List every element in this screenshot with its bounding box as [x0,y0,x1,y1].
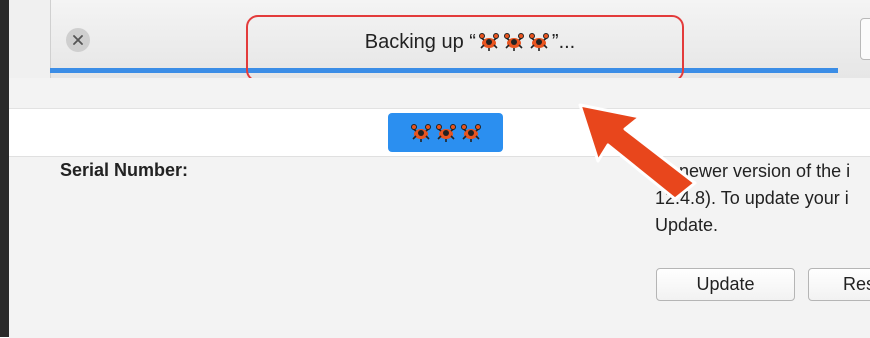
crab-icon [435,123,456,142]
close-button[interactable] [66,28,90,52]
update-message-line: Update. [655,215,719,235]
toolbar-right-button[interactable] [860,18,870,60]
arrow-annotation-icon [578,103,697,201]
toolbar-left-pane [9,0,51,78]
device-button[interactable] [388,113,503,152]
toolbar-separator-band [9,78,870,109]
highlight-annotation-box [246,15,684,82]
close-icon [73,35,83,45]
update-button[interactable]: Update [656,268,795,301]
window-edge [0,0,9,337]
restore-button[interactable]: Res [808,268,870,301]
crab-icon [410,123,431,142]
crab-icon [460,123,481,142]
serial-number-label: Serial Number: [60,160,189,180]
